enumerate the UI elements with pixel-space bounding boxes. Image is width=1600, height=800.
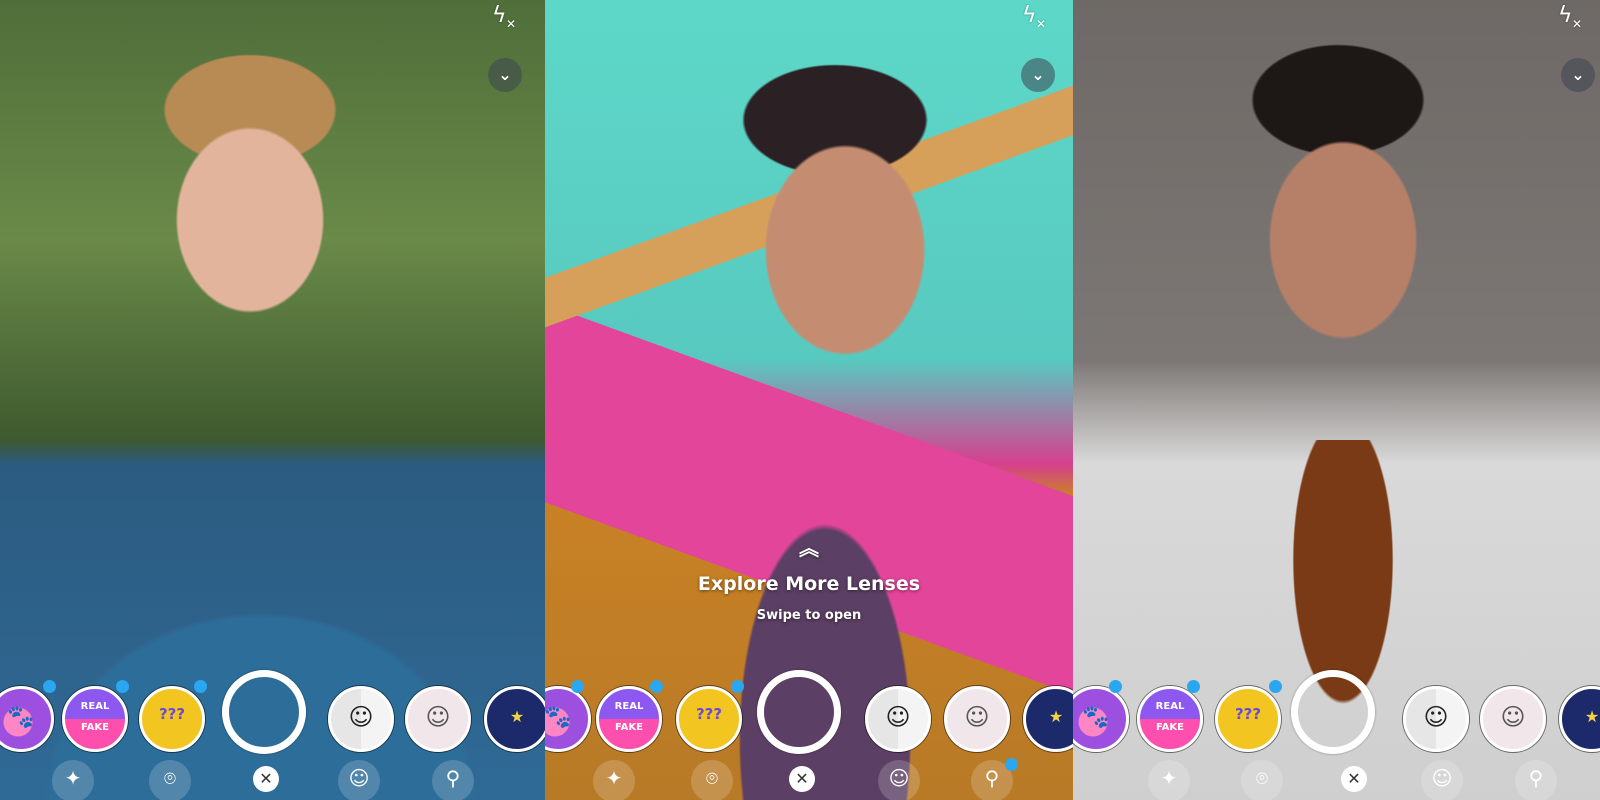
quiz-lens[interactable]: ??? (676, 686, 742, 752)
face-icon: ☺ (1500, 703, 1526, 731)
shutter-button[interactable] (1291, 670, 1375, 754)
face-icon: ☺ (425, 703, 451, 731)
swipe-up-icon: ︽ (799, 536, 819, 560)
explore-more-lenses-title[interactable]: Explore More Lenses (545, 573, 1073, 595)
chevron-down-icon[interactable]: ⌄ (488, 58, 522, 92)
paw-icon: 🐾 (7, 705, 35, 730)
shutter-button[interactable] (757, 670, 841, 754)
quiz-lens[interactable]: ??? (139, 686, 205, 752)
new-badge (650, 680, 663, 693)
new-badge (43, 680, 56, 693)
close-icon[interactable]: ✕ (789, 766, 815, 792)
bottom-toolbar: ✦ ⌾ ✕ ☺ ⚲ (545, 758, 1073, 800)
lens-carousel: 🐾 REAL FAKE ??? ☺ ☺ ★ (1073, 670, 1600, 760)
paw-icon: 🐾 (1082, 705, 1110, 730)
camera-panel-2: ϟ ✕ ⌄ ︽ Explore More Lenses Swipe to open… (545, 0, 1073, 800)
smile-icon[interactable]: ☺ (1421, 760, 1463, 800)
smile-icon[interactable]: ☺ (338, 760, 380, 800)
camera-panel-3: ϟ ✕ ⌄ 🐾 REAL FAKE ??? ☺ ☺ ★ ✦ ⌾ ✕ ☺ ⚲ (1073, 0, 1600, 800)
twins-lens[interactable]: ☺ (1480, 686, 1546, 752)
lens-label: ??? (695, 705, 723, 723)
lens-label: ??? (1234, 705, 1262, 723)
flash-glyph: ϟ (1022, 3, 1037, 28)
real-or-fake-lens[interactable]: REAL FAKE (596, 686, 662, 752)
flash-x-glyph: ✕ (506, 17, 517, 31)
split-face-lens[interactable]: ☺ (1403, 686, 1469, 752)
face-scan-icon[interactable]: ⌾ (691, 760, 733, 800)
new-badge (1269, 680, 1282, 693)
paw-lens[interactable]: 🐾 (1073, 686, 1129, 752)
lens-label: ??? (158, 705, 186, 723)
lens-label: REAL (1155, 701, 1185, 712)
lens-label: FAKE (1155, 722, 1184, 733)
flash-off-icon[interactable]: ϟ ✕ (1022, 2, 1050, 31)
face-scan-icon[interactable]: ⌾ (149, 760, 191, 800)
close-icon[interactable]: ✕ (1341, 766, 1367, 792)
new-badge (116, 680, 129, 693)
twins-lens[interactable]: ☺ (405, 686, 471, 752)
real-or-fake-lens[interactable]: REAL FAKE (1137, 686, 1203, 752)
face-icon: ☺ (1423, 703, 1449, 731)
sparkle-icon[interactable]: ✦ (52, 760, 94, 800)
new-badge (194, 680, 207, 693)
lens-carousel: 🐾 REAL FAKE ??? ☺ ☺ ★ (545, 670, 1073, 760)
sparkle-icon[interactable]: ✦ (1148, 760, 1190, 800)
lens-carousel: 🐾 REAL FAKE ??? ☺ ☺ ★ (0, 670, 545, 760)
face-icon: ☺ (885, 703, 911, 731)
quiz-lens[interactable]: ??? (1215, 686, 1281, 752)
split-face-lens[interactable]: ☺ (328, 686, 394, 752)
search-icon[interactable]: ⚲ (1515, 760, 1557, 800)
swipe-to-open-hint: Swipe to open (756, 608, 862, 623)
bottom-toolbar: ✦ ⌾ ✕ ☺ ⚲ (0, 760, 545, 800)
star-icon: ★ (509, 707, 525, 726)
smile-icon[interactable]: ☺ (878, 760, 920, 800)
new-badge (571, 680, 584, 693)
shutter-button[interactable] (222, 670, 306, 754)
split-face-lens[interactable]: ☺ (865, 686, 931, 752)
flash-off-icon[interactable]: ϟ ✕ (492, 2, 520, 31)
face-scan-icon[interactable]: ⌾ (1241, 760, 1283, 800)
paw-icon: 🐾 (545, 705, 572, 730)
paw-lens[interactable]: 🐾 (545, 686, 591, 752)
bottom-toolbar: ✦ ⌾ ✕ ☺ ⚲ (1073, 760, 1600, 800)
new-badge (1005, 758, 1018, 771)
flash-x-glyph: ✕ (1036, 17, 1047, 31)
lens-label: FAKE (614, 722, 643, 733)
chevron-down-icon[interactable]: ⌄ (1021, 58, 1055, 92)
twins-lens[interactable]: ☺ (944, 686, 1010, 752)
search-icon[interactable]: ⚲ (432, 760, 474, 800)
flash-glyph: ϟ (1558, 3, 1573, 28)
lens-label: REAL (614, 701, 644, 712)
paw-lens[interactable]: 🐾 (0, 686, 54, 752)
chevron-down-icon[interactable]: ⌄ (1561, 58, 1595, 92)
lens-carousel-comparison: ϟ ✕ ⌄ 🐾 REAL FAKE ??? ☺ ☺ ★ ✦ ⌾ ✕ ☺ ⚲ ϟ … (0, 0, 1600, 800)
stars-lens[interactable]: ★ (1559, 686, 1600, 752)
flash-glyph: ϟ (492, 3, 507, 28)
stars-lens[interactable]: ★ (484, 686, 545, 752)
face-icon: ☺ (964, 703, 990, 731)
lens-label: REAL (80, 701, 110, 712)
flash-off-icon[interactable]: ϟ ✕ (1558, 2, 1586, 31)
new-badge (1109, 680, 1122, 693)
sparkle-icon[interactable]: ✦ (593, 760, 635, 800)
lens-label: FAKE (80, 722, 109, 733)
new-badge (1187, 680, 1200, 693)
real-or-fake-lens[interactable]: REAL FAKE (62, 686, 128, 752)
star-icon: ★ (1584, 707, 1600, 726)
stars-lens[interactable]: ★ (1023, 686, 1073, 752)
flash-x-glyph: ✕ (1572, 17, 1583, 31)
face-icon: ☺ (348, 703, 374, 731)
star-icon: ★ (1048, 707, 1064, 726)
new-badge (731, 680, 744, 693)
close-icon[interactable]: ✕ (253, 766, 279, 792)
camera-panel-1: ϟ ✕ ⌄ 🐾 REAL FAKE ??? ☺ ☺ ★ ✦ ⌾ ✕ ☺ ⚲ (0, 0, 545, 800)
